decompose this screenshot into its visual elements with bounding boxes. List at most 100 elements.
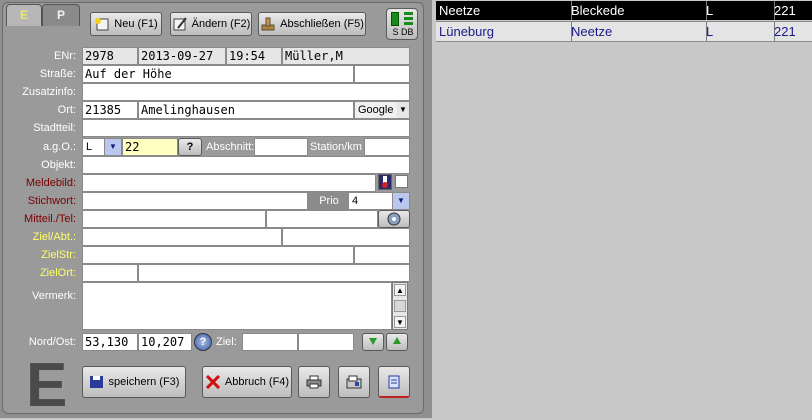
phone-lookup-button[interactable] — [378, 210, 410, 228]
ziel-ort-input[interactable] — [138, 264, 410, 282]
save-button-label: speichern (F3) — [108, 376, 180, 388]
edit-button-label: Ändern (F2) — [191, 18, 251, 30]
date-field: 2013-09-27 — [138, 47, 226, 65]
ago-help-button[interactable]: ? — [178, 138, 202, 156]
enr-field: 2978 — [82, 47, 138, 65]
chevron-down-icon: ▼ — [397, 102, 409, 118]
ago-label: a.g.O.: — [42, 141, 76, 153]
arrow-up-icon — [391, 335, 403, 350]
meldebild-label: Meldebild: — [25, 177, 76, 189]
thermometer-icon[interactable] — [378, 174, 392, 190]
close-incident-button[interactable]: Abschließen (F5) — [258, 12, 366, 36]
abschnitt-label: Abschnitt: — [204, 138, 254, 156]
station-label: Station/km — [308, 138, 364, 156]
map-provider-value: Google — [358, 104, 394, 116]
coordinate-help-icon[interactable]: ? — [194, 333, 212, 351]
mitteiler-input[interactable] — [82, 210, 266, 228]
mitteil-label: Mitteil./Tel: — [24, 213, 76, 225]
ago-type-value: L — [86, 141, 93, 153]
ago-number-input[interactable]: 22 — [122, 138, 178, 156]
new-document-icon — [94, 17, 110, 31]
ziel-ost-input[interactable] — [298, 333, 354, 351]
stichwort-input[interactable] — [82, 192, 308, 210]
nord-ost-label: Nord/Ost: — [28, 336, 76, 348]
vermerk-textarea[interactable] — [82, 282, 392, 330]
plz-input[interactable]: 21385 — [82, 101, 138, 119]
mode-letter: E — [26, 351, 68, 420]
scroll-up-icon[interactable]: ▲ — [394, 284, 406, 296]
map-provider-select[interactable]: Google ▼ — [354, 101, 410, 119]
zusatzinfo-input[interactable] — [82, 83, 410, 101]
table-cell-number: 221 — [774, 3, 796, 18]
status-indicator-text: S DB — [392, 27, 414, 37]
chevron-down-icon: ▼ — [392, 193, 409, 209]
enr-label: ENr: — [54, 50, 76, 62]
table-cell-type: L — [703, 22, 775, 41]
ziel-abt-label: Ziel/Abt.: — [32, 231, 76, 243]
scroll-down-icon[interactable]: ▼ — [394, 316, 406, 328]
scroll-thumb[interactable] — [394, 300, 406, 312]
move-down-button[interactable] — [362, 333, 384, 351]
print-button[interactable] — [298, 366, 330, 398]
station-input[interactable] — [364, 138, 410, 156]
results-area — [432, 0, 812, 418]
save-button[interactable]: speichern (F3) — [82, 366, 186, 398]
ziel-ort-label: ZielOrt: — [39, 267, 76, 279]
new-button-label: Neu (F1) — [114, 18, 158, 30]
ziel-house-number-input[interactable] — [354, 246, 410, 264]
table-cell-ort: Lüneburg — [436, 22, 572, 41]
ort-input[interactable]: Amelinghausen — [138, 101, 354, 119]
ost-input[interactable]: 10,207 — [138, 333, 192, 351]
close-icon — [205, 374, 221, 390]
vermerk-scrollbar[interactable]: ▲ ▼ — [392, 282, 408, 330]
phone-icon — [386, 212, 402, 226]
clipboard-icon — [386, 375, 402, 389]
close-incident-button-label: Abschließen (F5) — [280, 18, 364, 30]
table-cell-gemeinde: Bleckede — [568, 1, 707, 20]
floppy-disk-icon — [89, 375, 105, 389]
tab-e[interactable]: E — [6, 4, 42, 26]
time-field: 19:54 — [226, 47, 282, 65]
abteilung-input[interactable] — [282, 228, 410, 246]
objekt-input[interactable] — [82, 156, 410, 174]
stichwort-label: Stichwort: — [27, 195, 76, 207]
ziel-str-label: ZielStr: — [41, 249, 76, 261]
cancel-button-label: Abbruch (F4) — [224, 376, 290, 388]
abschnitt-input[interactable] — [254, 138, 308, 156]
form-document-button[interactable] — [378, 366, 410, 398]
telefon-input[interactable] — [266, 210, 378, 228]
table-row[interactable]: Neetze Bleckede L 221 — [436, 1, 812, 20]
ziel-input[interactable] — [82, 228, 282, 246]
strasse-input[interactable]: Auf der Höhe — [82, 65, 354, 83]
ziel-nord-input[interactable] — [242, 333, 298, 351]
fax-icon — [346, 375, 362, 389]
chevron-down-icon: ▼ — [104, 139, 121, 155]
new-button[interactable]: Neu (F1) — [90, 12, 162, 36]
table-cell-ort: Neetze — [436, 1, 572, 20]
ziel-str-input[interactable] — [82, 246, 354, 264]
prio-value: 4 — [352, 195, 359, 207]
fax-button[interactable] — [338, 366, 370, 398]
strasse-label: Straße: — [39, 68, 76, 80]
ago-type-select[interactable]: L ▼ — [82, 138, 122, 156]
status-indicator: S DB — [386, 8, 418, 40]
nord-input[interactable]: 53,130 — [82, 333, 138, 351]
house-number-input[interactable] — [354, 65, 410, 83]
tab-p[interactable]: P — [42, 4, 80, 26]
prio-select[interactable]: 4 ▼ — [348, 192, 410, 210]
vermerk-label: Vermerk: — [31, 290, 76, 302]
table-cell-number: 221 — [774, 24, 796, 39]
table-row[interactable]: Lüneburg Neetze L 221 — [436, 21, 812, 42]
arrow-down-icon — [367, 335, 379, 350]
edit-icon — [172, 17, 188, 31]
stadtteil-input[interactable] — [82, 119, 410, 137]
meldebild-checkbox[interactable] — [395, 175, 408, 188]
cancel-button[interactable]: Abbruch (F4) — [202, 366, 292, 398]
ziel-plz-input[interactable] — [82, 264, 138, 282]
db-icon — [404, 12, 413, 15]
meldebild-input[interactable] — [82, 174, 376, 192]
move-up-button[interactable] — [386, 333, 408, 351]
edit-button[interactable]: Ändern (F2) — [170, 12, 252, 36]
stadtteil-label: Stadtteil: — [33, 122, 76, 134]
prio-label: Prio — [308, 192, 348, 210]
